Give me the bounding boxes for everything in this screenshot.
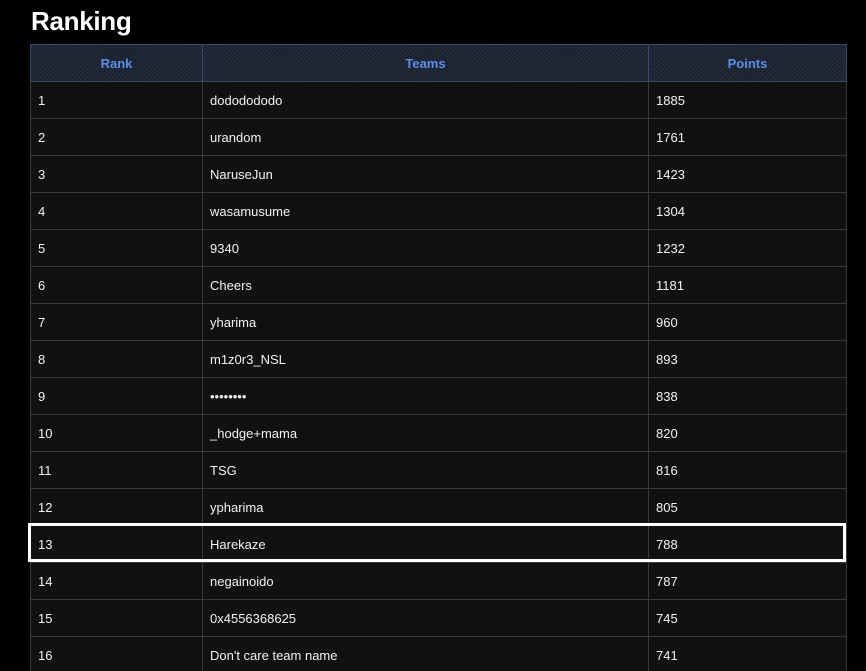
team-name-cell: Cheers (202, 266, 649, 304)
column-header-points[interactable]: Points (648, 44, 847, 82)
team-name-cell: NaruseJun (202, 155, 649, 193)
rank-cell: 12 (30, 488, 203, 526)
team-name-cell: _hodge+mama (202, 414, 649, 452)
points-cell: 1761 (648, 118, 847, 156)
points-cell: 787 (648, 562, 847, 600)
rank-cell: 1 (30, 81, 203, 119)
table-row: 9 •••••••• 838 (30, 377, 847, 415)
team-name-cell: wasamusume (202, 192, 649, 230)
table-row: 3 NaruseJun 1423 (30, 155, 847, 193)
points-cell: 838 (648, 377, 847, 415)
points-cell: 816 (648, 451, 847, 489)
team-name-cell: urandom (202, 118, 649, 156)
team-name-cell: dododododo (202, 81, 649, 119)
table-row: 11 TSG 816 (30, 451, 847, 489)
team-name-cell: m1z0r3_NSL (202, 340, 649, 378)
team-name-cell: ypharima (202, 488, 649, 526)
table-header-row: Rank Teams Points (30, 44, 847, 82)
table-row: 6 Cheers 1181 (30, 266, 847, 304)
team-name-cell: •••••••• (202, 377, 649, 415)
points-cell: 741 (648, 636, 847, 671)
team-name-cell: Don't care team name (202, 636, 649, 671)
team-name-cell: Harekaze (202, 525, 649, 563)
table-row: 16 Don't care team name 741 (30, 636, 847, 671)
rank-cell: 6 (30, 266, 203, 304)
points-cell: 1885 (648, 81, 847, 119)
points-cell: 1423 (648, 155, 847, 193)
points-cell: 820 (648, 414, 847, 452)
team-name-cell: negainoido (202, 562, 649, 600)
team-name-cell: 0x4556368625 (202, 599, 649, 637)
points-cell: 1304 (648, 192, 847, 230)
rank-cell: 13 (30, 525, 203, 563)
points-cell: 788 (648, 525, 847, 563)
table-row: 10 _hodge+mama 820 (30, 414, 847, 452)
ranking-table: Rank Teams Points 1 dododododo 1885 2 urando… (30, 44, 847, 671)
team-name-cell: yharima (202, 303, 649, 341)
rank-cell: 9 (30, 377, 203, 415)
rank-cell: 7 (30, 303, 203, 341)
table-row: 2 urandom 1761 (30, 118, 847, 156)
points-cell: 1232 (648, 229, 847, 267)
table-row: 13 Harekaze 788 (30, 525, 847, 563)
table-row: 4 wasamusume 1304 (30, 192, 847, 230)
points-cell: 1181 (648, 266, 847, 304)
table-row: 12 ypharima 805 (30, 488, 847, 526)
points-cell: 805 (648, 488, 847, 526)
rank-cell: 10 (30, 414, 203, 452)
page-title: Ranking (31, 6, 132, 36)
team-name-cell: TSG (202, 451, 649, 489)
table-row: 1 dododododo 1885 (30, 81, 847, 119)
rank-cell: 15 (30, 599, 203, 637)
rank-cell: 5 (30, 229, 203, 267)
points-cell: 960 (648, 303, 847, 341)
rank-cell: 4 (30, 192, 203, 230)
table-row: 7 yharima 960 (30, 303, 847, 341)
rank-cell: 3 (30, 155, 203, 193)
rank-cell: 16 (30, 636, 203, 671)
ranking-page: Ranking Rank Teams Points 1 dododododo 188… (0, 0, 866, 671)
table-row: 14 negainoido 787 (30, 562, 847, 600)
rank-cell: 11 (30, 451, 203, 489)
column-header-rank[interactable]: Rank (30, 44, 203, 82)
rank-cell: 14 (30, 562, 203, 600)
points-cell: 745 (648, 599, 847, 637)
table-row: 15 0x4556368625 745 (30, 599, 847, 637)
table-row: 8 m1z0r3_NSL 893 (30, 340, 847, 378)
table-row: 5 9340 1232 (30, 229, 847, 267)
column-header-teams[interactable]: Teams (202, 44, 649, 82)
rank-cell: 8 (30, 340, 203, 378)
team-name-cell: 9340 (202, 229, 649, 267)
rank-cell: 2 (30, 118, 203, 156)
points-cell: 893 (648, 340, 847, 378)
table-body: 1 dododododo 1885 2 urandom 1761 3 NaruseJun 142… (30, 81, 847, 671)
